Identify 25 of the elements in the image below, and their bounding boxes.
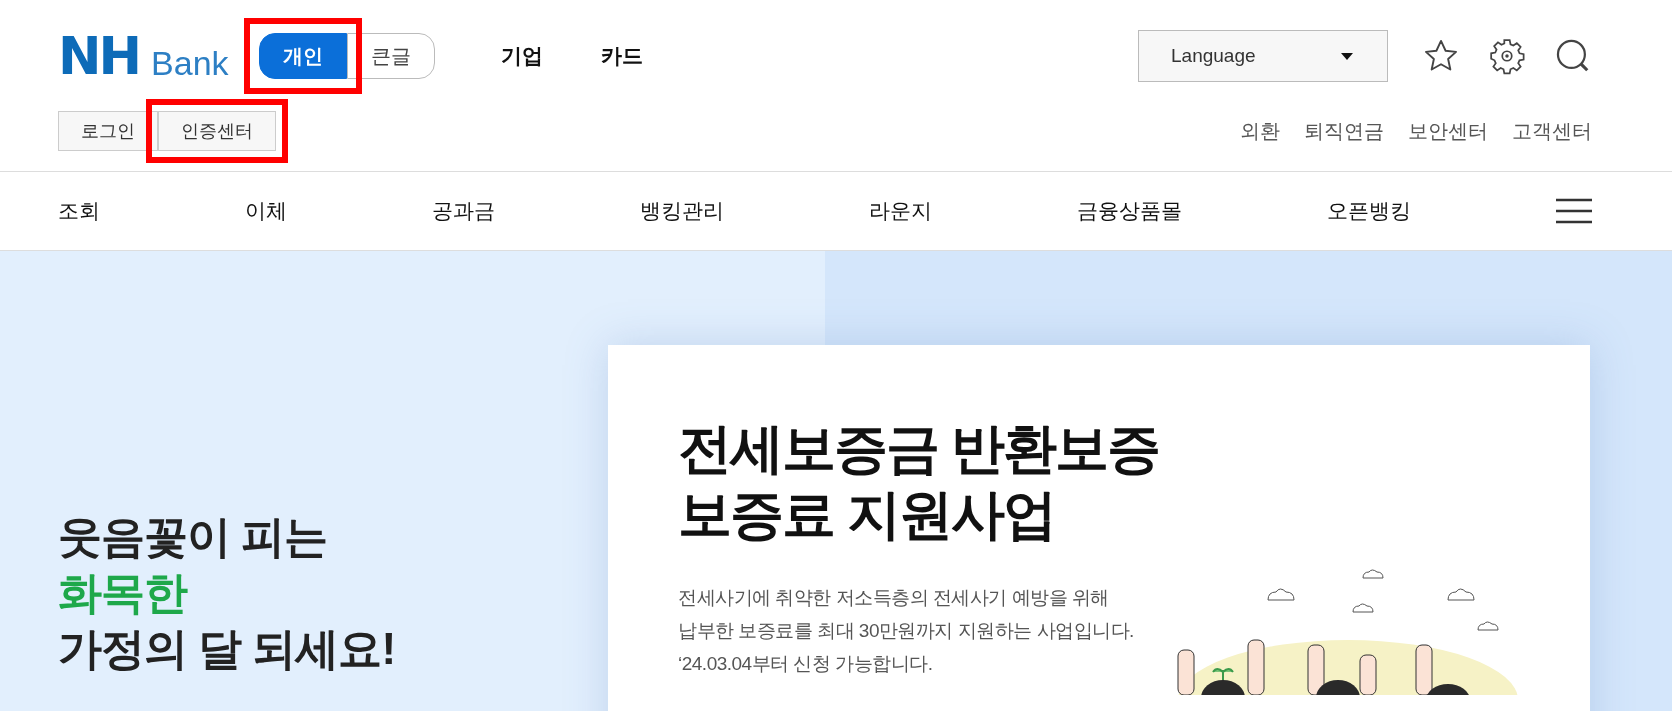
nav-item[interactable]: 오픈뱅킹 [1327,197,1411,225]
promo-title: 전세보증금 반환보증 보증료 지원사업 [678,417,1159,546]
top-link[interactable]: 카드 [600,42,643,70]
utility-link[interactable]: 고객센터 [1512,117,1592,145]
language-select[interactable]: Language [1138,30,1388,82]
mode-tab[interactable]: 큰글 [346,33,435,79]
slogan-line: 웃음꽃이 피는 [58,511,328,563]
nh-bank-logo[interactable]: NH Bank [58,30,229,82]
promo-description: 전세사기에 취약한 저소득층의 전세사기 예방을 위해 납부한 보증료를 최대 30만원까지 지원하는 사업입니다. ‘24.03.04부터 신청 가능합니다. [678,586,1134,676]
slogan-line: 가정의 달 되세요! [58,623,396,675]
slogan-line: 화목한 [58,567,187,619]
utility-link[interactable]: 보안센터 [1408,117,1488,145]
auth-button[interactable]: 로그인 [58,111,158,151]
nav-item[interactable]: 공과금 [432,197,495,225]
utility-link[interactable]: 퇴직연금 [1304,117,1384,145]
nav-item[interactable]: 라운지 [869,197,932,225]
top-link[interactable]: 기업 [500,42,543,70]
nav-item[interactable]: 금융상품몰 [1077,197,1182,225]
auth-button[interactable]: 인증센터 [158,111,276,151]
mode-tab[interactable]: 개인 [258,33,347,79]
nav-item[interactable]: 조회 [58,197,100,225]
nav-item[interactable]: 뱅킹관리 [640,197,724,225]
utility-link[interactable]: 외환 [1240,117,1280,145]
promo-card[interactable]: 전세보증금 반환보증 보증료 지원사업 전세사기에 취약한 저소득층의 전세사기 예방을 위해 납부한 보증료를 최대 30만원까지 지원하는 사업입니다. ‘24.03.04부터 신청 가능합니다. [608,345,1590,711]
nav-item[interactable]: 이체 [245,197,287,225]
